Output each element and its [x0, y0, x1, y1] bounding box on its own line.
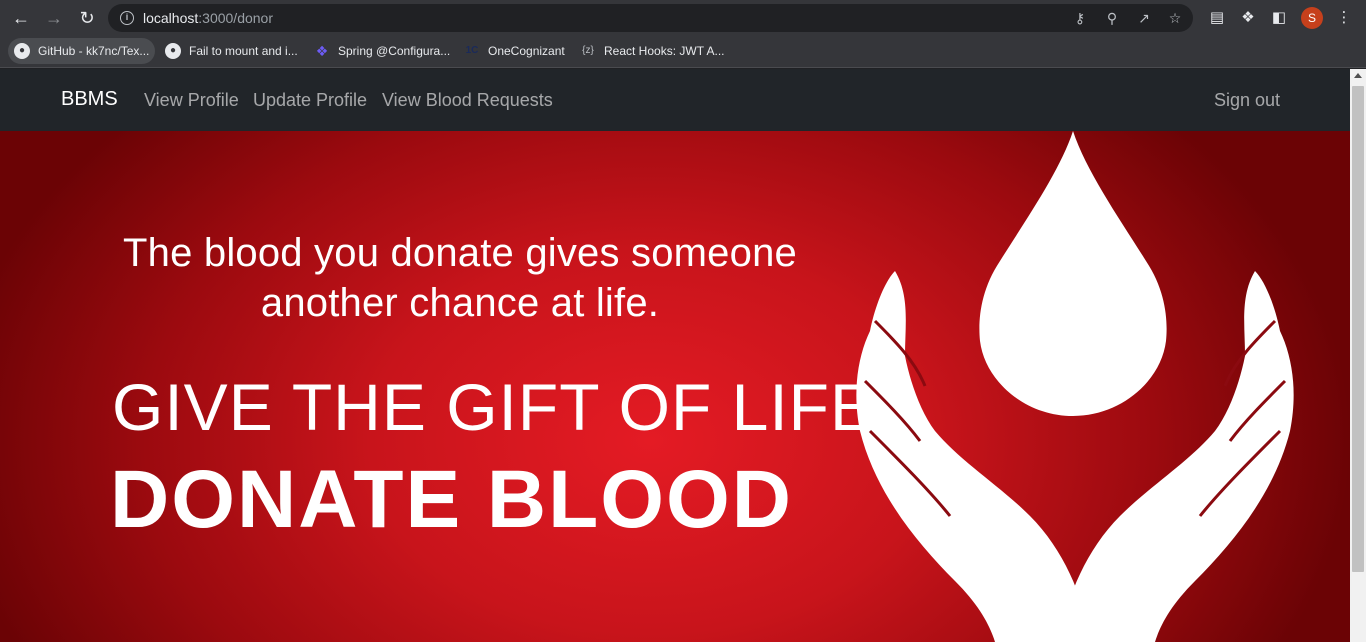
browser-toolbar: ← → ↻ i localhost:3000/donor ⚷ ⚲ ↗ ☆ ▤ ❖… — [0, 0, 1366, 36]
bookmark-item[interactable]: ● GitHub - kk7nc/Tex... — [8, 38, 156, 64]
spring-icon: ❖ — [315, 43, 329, 59]
bookmark-item[interactable]: ● Fail to mount and i... — [159, 38, 304, 64]
bookmark-item[interactable]: {z} React Hooks: JWT A... — [574, 38, 730, 64]
scroll-up-arrow-icon[interactable] — [1354, 73, 1362, 78]
url-text[interactable]: localhost:3000/donor — [143, 10, 273, 26]
nav-view-blood-requests[interactable]: View Blood Requests — [382, 90, 553, 111]
profile-avatar[interactable]: S — [1301, 7, 1323, 29]
hero-tagline-line2: another chance at life. — [260, 281, 660, 325]
blood-drop-hands-illustration — [856, 131, 1294, 642]
zoom-icon[interactable]: ⚲ — [1102, 8, 1122, 28]
site-info-icon[interactable]: i — [120, 11, 134, 25]
menu-kebab-icon[interactable]: ⋮ — [1333, 7, 1355, 29]
nav-view-profile[interactable]: View Profile — [144, 90, 239, 111]
page-scrollbar[interactable] — [1350, 69, 1366, 642]
extension-chart-icon[interactable]: ▤ — [1206, 7, 1228, 29]
app-navbar: BBMS View Profile Update Profile View Bl… — [0, 69, 1350, 131]
bookmark-label: React Hooks: JWT A... — [604, 44, 725, 58]
hero-headline: GIVE THE GIFT OF LIFE — [112, 370, 876, 444]
bookmark-label: OneCognizant — [488, 44, 565, 58]
bookmark-label: GitHub - kk7nc/Tex... — [38, 44, 150, 58]
bookmark-item[interactable]: 1C OneCognizant — [458, 38, 571, 64]
url-host: localhost — [143, 10, 199, 26]
url-path: :3000/donor — [198, 10, 273, 26]
blood-drop-icon — [979, 131, 1167, 416]
scrollbar-thumb[interactable] — [1352, 86, 1364, 572]
back-arrow-icon[interactable]: ← — [9, 6, 33, 30]
github-icon: ● — [14, 43, 30, 59]
brand-logo[interactable]: BBMS — [61, 88, 118, 111]
nav-update-profile[interactable]: Update Profile — [253, 90, 367, 111]
bookmark-star-icon[interactable]: ☆ — [1165, 8, 1185, 28]
bookmark-label: Fail to mount and i... — [189, 44, 298, 58]
side-panel-icon[interactable]: ◧ — [1268, 7, 1290, 29]
bookmark-label: Spring @Configura... — [338, 44, 451, 58]
page-viewport: BBMS View Profile Update Profile View Bl… — [0, 69, 1350, 642]
bookmarks-bar: ● GitHub - kk7nc/Tex... ● Fail to mount … — [0, 36, 1366, 68]
forward-arrow-icon[interactable]: → — [42, 6, 66, 30]
onecognizant-icon: 1C — [465, 45, 479, 56]
bookmark-item[interactable]: ❖ Spring @Configura... — [308, 38, 456, 64]
address-bar[interactable]: i localhost:3000/donor ⚷ ⚲ ↗ ☆ — [108, 4, 1193, 32]
hero-tagline-line1: The blood you donate gives someone — [123, 231, 797, 275]
share-icon[interactable]: ↗ — [1134, 8, 1154, 28]
reload-icon[interactable]: ↻ — [75, 6, 99, 30]
bracket-z-icon: {z} — [582, 45, 594, 56]
key-icon[interactable]: ⚷ — [1070, 8, 1090, 28]
hero-banner: The blood you donate gives someone anoth… — [0, 131, 1350, 642]
github-icon: ● — [165, 43, 181, 59]
hero-cta-headline: DONATE BLOOD — [110, 454, 794, 545]
extensions-puzzle-icon[interactable]: ❖ — [1237, 7, 1259, 29]
sign-out-link[interactable]: Sign out — [1214, 90, 1280, 111]
